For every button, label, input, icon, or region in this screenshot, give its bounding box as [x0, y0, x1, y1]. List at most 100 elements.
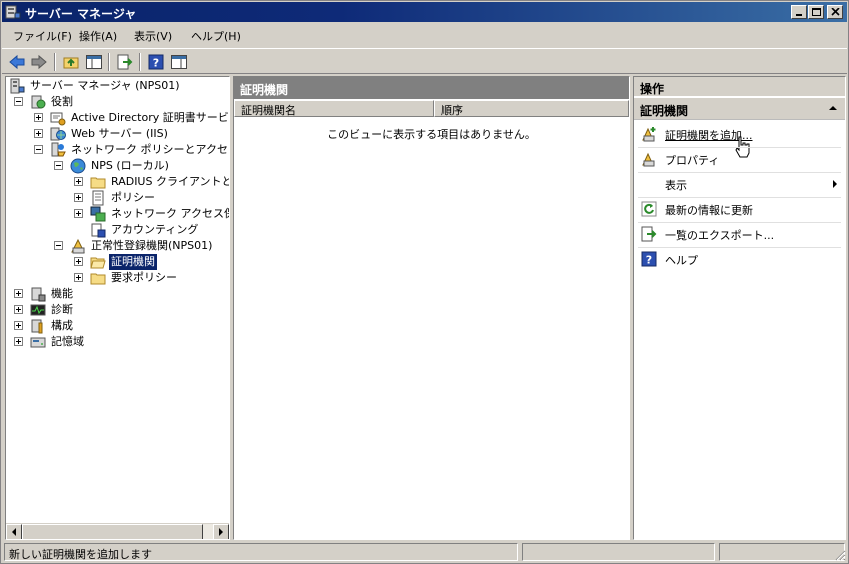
- tree-label: アカウンティング: [111, 223, 199, 236]
- status-text: 新しい証明機関を追加します: [4, 543, 518, 561]
- help-icon: ?: [148, 54, 164, 70]
- toolbar-separator: [108, 53, 110, 71]
- scroll-right-button[interactable]: [213, 524, 229, 539]
- expand-icon[interactable]: [14, 305, 23, 314]
- collapse-icon[interactable]: [54, 161, 63, 170]
- resize-grip-icon[interactable]: [834, 549, 846, 561]
- menu-help[interactable]: ヘルプ(H): [191, 28, 241, 44]
- features-icon: [31, 287, 46, 302]
- tree-label: Web サーバー (IIS): [71, 127, 168, 140]
- console-tree: サーバー マネージャ (NPS01) 役割 Active Directory 証…: [5, 76, 230, 540]
- arrow-left-icon: [12, 528, 16, 536]
- action-label: 最新の情報に更新: [665, 204, 753, 217]
- folder-icon: [90, 273, 106, 285]
- back-arrow-icon: [9, 54, 25, 70]
- column-header-order[interactable]: 順序: [434, 100, 629, 117]
- close-button[interactable]: [827, 5, 843, 19]
- status-bar: 新しい証明機関を追加します: [2, 542, 847, 562]
- menu-view[interactable]: 表示(V): [134, 28, 172, 44]
- forward-button[interactable]: [29, 52, 49, 72]
- empty-list-message: このビューに表示する項目はありません。: [327, 128, 536, 141]
- submenu-arrow-icon: [833, 180, 837, 188]
- toolbar: ?: [2, 48, 847, 74]
- collapse-icon[interactable]: [14, 97, 23, 106]
- view-action[interactable]: 表示: [634, 172, 845, 196]
- export-list-button[interactable]: [115, 52, 135, 72]
- export-icon: [117, 54, 133, 70]
- tree-label: 機能: [51, 287, 73, 300]
- collapse-caret-icon: [829, 106, 837, 110]
- results-pane-title: 証明機関: [234, 77, 629, 99]
- policy-document-icon: [92, 190, 104, 206]
- expand-icon[interactable]: [14, 337, 23, 346]
- results-pane: 証明機関 証明機関名 順序 このビューに表示する項目はありません。: [233, 76, 630, 540]
- folder-open-icon: [90, 257, 106, 269]
- network-access-protection-icon: [90, 206, 106, 222]
- show-hide-console-tree-button[interactable]: [84, 52, 104, 72]
- menu-action[interactable]: 操作(A): [79, 28, 117, 44]
- expand-icon[interactable]: [34, 129, 43, 138]
- storage-icon: [30, 337, 46, 348]
- tree-label: ポリシー: [111, 191, 155, 204]
- properties-action[interactable]: プロパティ: [634, 147, 845, 171]
- up-one-level-button[interactable]: [61, 52, 81, 72]
- diagnostics-icon: [30, 304, 46, 316]
- expand-icon[interactable]: [74, 273, 83, 282]
- tree-label: ネットワーク ポリシーとアクセス サービス: [71, 143, 230, 156]
- health-registration-icon: [71, 238, 85, 254]
- show-hide-action-pane-button[interactable]: [169, 52, 189, 72]
- maximize-button[interactable]: [808, 5, 824, 19]
- menu-file[interactable]: ファイル(F): [13, 28, 72, 44]
- action-pane-title: 操作: [634, 77, 845, 97]
- expand-icon[interactable]: [74, 177, 83, 186]
- scroll-left-button[interactable]: [6, 524, 22, 539]
- tree-label: ネットワーク アクセス保護: [111, 207, 229, 220]
- add-ca-action[interactable]: 証明機関を追加...: [634, 122, 845, 158]
- action-section-label: 証明機関: [640, 104, 689, 118]
- svg-text:?: ?: [646, 254, 652, 267]
- tree-label: 正常性登録機関(NPS01): [91, 239, 213, 252]
- action-section-header[interactable]: 証明機関: [634, 98, 845, 120]
- svg-text:?: ?: [153, 57, 159, 70]
- action-label: 表示: [665, 179, 687, 192]
- console-tree-icon: [86, 55, 102, 69]
- forward-arrow-icon: [31, 54, 47, 70]
- folder-icon: [90, 177, 106, 189]
- close-icon: [831, 8, 840, 16]
- refresh-action[interactable]: 最新の情報に更新: [634, 197, 845, 221]
- collapse-icon[interactable]: [34, 145, 43, 154]
- tree-label: 要求ポリシー: [111, 271, 177, 284]
- help-action[interactable]: ? ヘルプ: [634, 247, 845, 271]
- globe-icon: [70, 158, 86, 174]
- expand-icon[interactable]: [14, 289, 23, 298]
- export-list-action[interactable]: 一覧のエクスポート...: [634, 222, 845, 246]
- title-bar: サーバー マネージャ: [2, 2, 847, 22]
- expand-icon[interactable]: [74, 209, 83, 218]
- help-button[interactable]: ?: [146, 52, 166, 72]
- certificate-services-icon: [50, 112, 66, 126]
- back-button[interactable]: [7, 52, 27, 72]
- action-label: 一覧のエクスポート...: [665, 229, 775, 242]
- action-pane-icon: [171, 55, 187, 69]
- toolbar-separator: [139, 53, 141, 71]
- tree-horizontal-scrollbar[interactable]: [6, 523, 229, 539]
- minimize-button[interactable]: [791, 5, 807, 19]
- expand-icon[interactable]: [74, 193, 83, 202]
- export-icon: [641, 226, 657, 242]
- arrow-right-icon: [219, 528, 223, 536]
- action-label: プロパティ: [665, 154, 720, 167]
- collapse-icon[interactable]: [54, 241, 63, 250]
- status-panel-2: [522, 543, 715, 561]
- toolbar-separator: [54, 53, 56, 71]
- expand-icon[interactable]: [34, 113, 43, 122]
- expand-icon[interactable]: [14, 321, 23, 330]
- tree-label: 構成: [51, 319, 73, 332]
- action-pane: 操作 証明機関 証明機関を追加... プロパティ 表示 最新の情報に更新 一覧の…: [633, 76, 846, 540]
- column-header-ca-name[interactable]: 証明機関名: [234, 100, 434, 117]
- scroll-thumb[interactable]: [22, 524, 203, 539]
- tree-label: サーバー マネージャ (NPS01): [30, 79, 180, 92]
- expand-icon[interactable]: [74, 257, 83, 266]
- folder-up-icon: [63, 57, 79, 69]
- refresh-icon: [641, 201, 657, 217]
- server-manager-icon: [5, 5, 21, 19]
